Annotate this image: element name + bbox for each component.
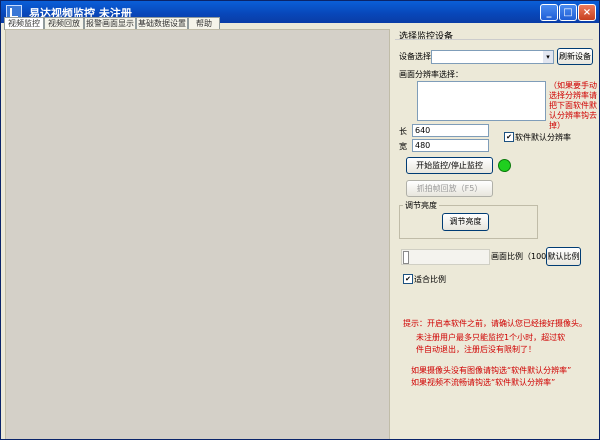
resolution-hint: （如果要手动 选择分辨率请 把下面软件默 认分辨率钩去 掉）: [549, 81, 597, 131]
height-input[interactable]: 480: [412, 139, 489, 152]
fit-scale-label: 适合比例: [414, 275, 446, 284]
hint-line: 把下面软件默: [549, 101, 597, 110]
status-indicator: [498, 159, 511, 172]
width-input[interactable]: 640: [412, 124, 489, 137]
brightness-group: 调节亮度 调节亮度: [399, 200, 538, 239]
app-window: 易达视频监控 未注册 _ □ × 视频监控 视频回放 报警画面显示 基础数据设置…: [0, 0, 600, 440]
hint-line: （如果要手动: [549, 81, 597, 90]
capture-playback-button[interactable]: 抓拍帧回放（F5）: [406, 180, 493, 197]
close-button[interactable]: ×: [578, 4, 596, 21]
tip-line-4: 如果摄像头没有图像请钩选“软件默认分辨率”: [411, 366, 572, 375]
default-resolution-label: 软件默认分辨率: [515, 133, 571, 142]
hint-line: 选择分辨率请: [549, 91, 597, 100]
tab-video-playback[interactable]: 视频回放: [44, 17, 84, 29]
group-divider: [395, 39, 593, 40]
control-panel: 选择监控设备 设备选择 ▾ 刷新设备 画面分辨率选择： （如果要手动 选择分辨率…: [391, 29, 599, 439]
start-stop-monitor-button[interactable]: 开始监控/停止监控: [406, 157, 493, 174]
tip-line-2: 未注册用户最多只能监控1个小时，超过软: [416, 333, 566, 342]
default-scale-button[interactable]: 默认比例: [546, 247, 581, 266]
fit-scale-checkbox[interactable]: ✔: [403, 274, 413, 284]
height-label: 宽: [399, 142, 407, 151]
hint-line: 掉）: [549, 121, 565, 130]
tab-help[interactable]: 帮助: [188, 17, 220, 29]
group-title: 选择监控设备: [399, 32, 454, 42]
chevron-down-icon[interactable]: ▾: [543, 51, 553, 63]
refresh-devices-button[interactable]: 刷新设备: [557, 48, 593, 65]
adjust-brightness-button[interactable]: 调节亮度: [442, 213, 489, 231]
brightness-group-title: 调节亮度: [403, 200, 439, 211]
resolution-label: 画面分辨率选择：: [399, 70, 463, 79]
default-resolution-checkbox[interactable]: ✔: [504, 132, 514, 142]
maximize-button[interactable]: □: [559, 4, 577, 21]
minimize-button[interactable]: _: [540, 4, 558, 21]
width-label: 长: [399, 127, 407, 136]
tab-alarm-display[interactable]: 报警画面显示: [84, 17, 136, 29]
resolution-list[interactable]: [417, 81, 546, 121]
tab-basic-settings[interactable]: 基础数据设置: [136, 17, 188, 29]
video-display-area[interactable]: [5, 29, 390, 439]
scale-slider[interactable]: [401, 249, 490, 265]
hint-line: 认分辨率钩去: [549, 111, 597, 120]
tip-line-3: 件自动退出，注册后没有限制了！: [416, 345, 536, 354]
device-label: 设备选择: [399, 52, 431, 61]
tip-line-5: 如果视频不流畅请钩选“软件默认分辨率”: [411, 378, 556, 387]
slider-handle[interactable]: [403, 251, 409, 264]
tip-line-1: 提示：开启本软件之前，请确认您已经接好摄像头。: [403, 319, 587, 328]
device-select[interactable]: ▾: [431, 50, 554, 64]
